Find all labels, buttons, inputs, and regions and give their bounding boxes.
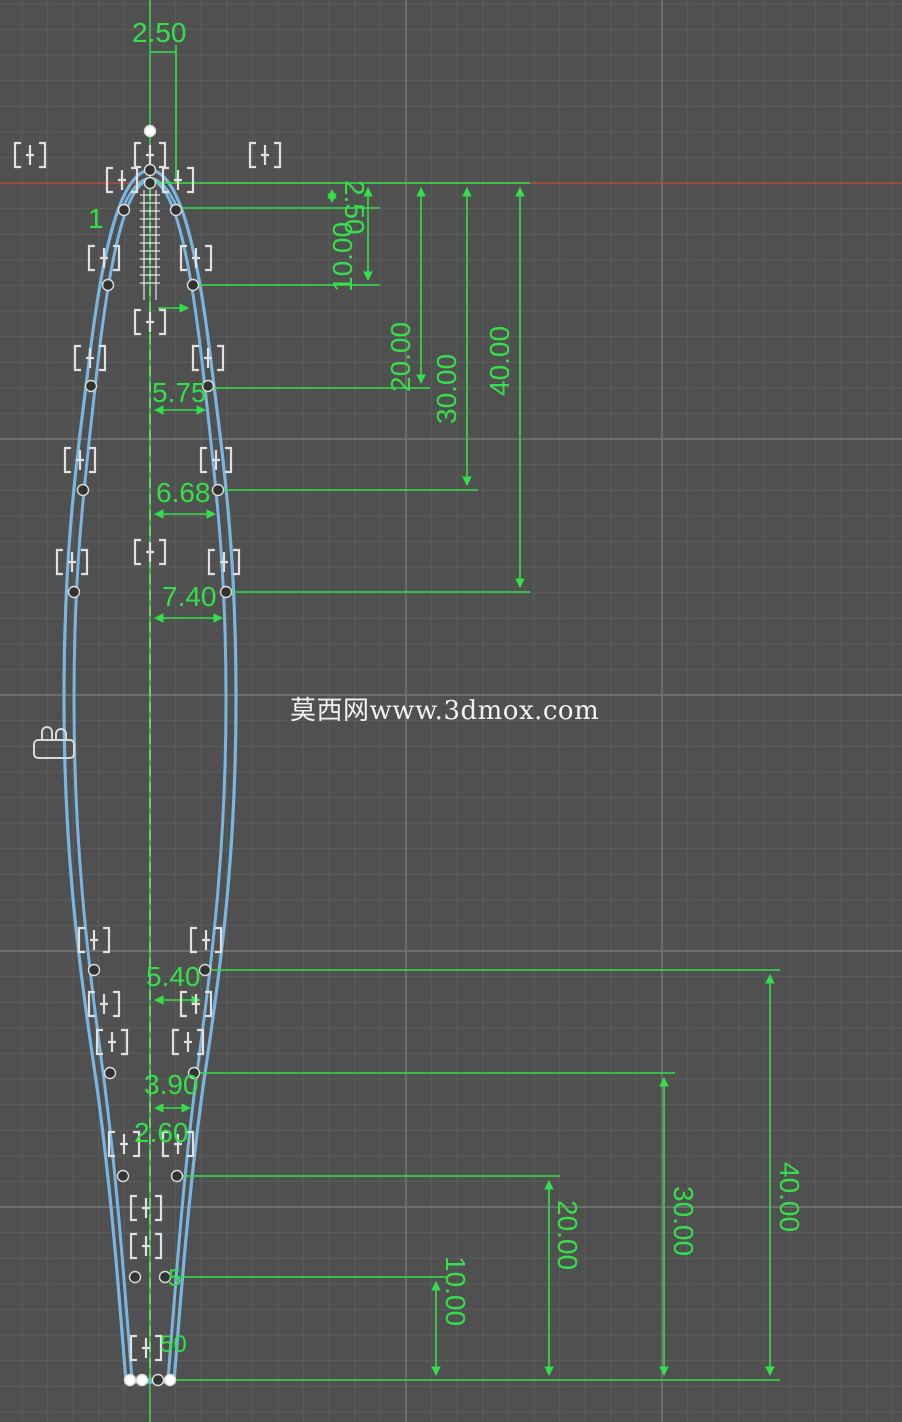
lock-icon[interactable] [33,726,75,759]
control-point-icon[interactable] [103,1066,117,1080]
constraint-icon[interactable] [133,308,167,336]
constraint-icon[interactable] [129,1232,163,1260]
control-point-icon[interactable] [163,1373,177,1387]
control-point-icon[interactable] [128,1270,142,1284]
dim-width-at-20: 5.75 [152,377,207,408]
dim-top-tip-width: 2.50 [132,17,187,48]
control-point-icon[interactable] [211,483,225,497]
control-point-icon[interactable] [117,203,131,217]
dim-side-label-top: 1 [88,203,104,234]
bottom-dimension-labels: 5.40 3.90 2.60 5 50 10.00 20.00 30.00 40… [134,961,805,1358]
constraint-icon[interactable] [55,548,89,576]
constraint-icon[interactable] [63,446,97,474]
constraint-glyphs[interactable] [13,141,282,1362]
constraint-icon[interactable] [248,141,282,169]
control-point-icon[interactable] [116,1169,130,1183]
dim-width-at-30: 6.68 [156,477,211,508]
constraint-icon[interactable] [129,1334,163,1362]
dim-bottom-width-40: 5.40 [146,961,201,992]
control-point-icon[interactable] [143,176,157,190]
constraint-icon[interactable] [133,538,167,566]
constraint-icon[interactable] [129,1194,163,1222]
control-point-icon[interactable] [101,278,115,292]
constraint-icon[interactable] [189,926,223,954]
control-point-icon[interactable] [219,585,233,599]
control-point-icon[interactable] [198,963,212,977]
control-point-icon[interactable] [143,124,157,138]
constraint-icon[interactable] [207,548,241,576]
dim-bottom-offset-30: 30.00 [668,1186,699,1256]
dim-width-at-40: 7.40 [162,581,217,612]
constraint-icon[interactable] [13,141,47,169]
constraint-icon[interactable] [77,926,111,954]
constraint-icon[interactable] [133,141,167,169]
dim-bottom-width-10: 5 [168,1265,181,1292]
dim-top-offset-20: 20.00 [385,322,416,392]
watermark-text: 莫西网www.3dmox.com [290,696,600,726]
control-point-icon[interactable] [76,483,90,497]
dim-bottom-offset-10: 10.00 [440,1256,471,1326]
control-point-icon[interactable] [186,278,200,292]
dim-bottom-width-0: 50 [160,1331,187,1358]
control-point-icon[interactable] [169,203,183,217]
control-point-icon[interactable] [87,963,101,977]
dim-bottom-offset-40: 40.00 [774,1162,805,1232]
dim-top-offset-30: 30.00 [431,354,462,424]
control-point-icon[interactable] [143,163,157,177]
sketch-canvas[interactable]: 2.50 2.50 10.00 20.00 30.00 40.00 5.75 6… [0,0,902,1422]
control-point-icon[interactable] [170,1169,184,1183]
control-point-icon[interactable] [84,379,98,393]
dim-top-offset-40: 40.00 [484,326,515,396]
dim-bottom-width-30: 3.90 [144,1069,199,1100]
control-point-icon[interactable] [67,585,81,599]
control-point-icon[interactable] [123,1373,137,1387]
constraint-icon[interactable] [191,344,225,372]
dim-bottom-offset-20: 20.00 [552,1200,583,1270]
dim-top-offset-10: 10.00 [327,222,358,292]
control-point-icon[interactable] [135,1373,149,1387]
dim-bottom-width-20: 2.60 [134,1117,189,1148]
control-point-icon[interactable] [151,1373,165,1387]
